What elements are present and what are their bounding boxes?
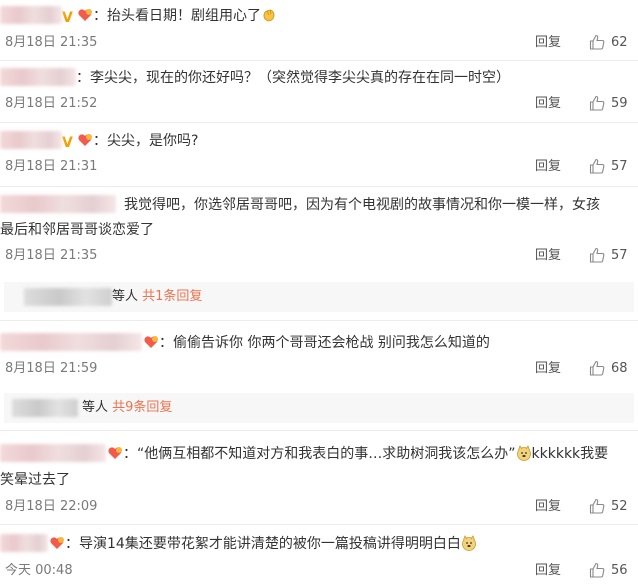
sub-reply-summary[interactable]: 等人 共9条回复 xyxy=(4,393,634,423)
like-count: 56 xyxy=(611,563,628,578)
divider xyxy=(0,430,638,431)
thumbs-up-icon xyxy=(589,360,605,376)
divider xyxy=(0,122,638,123)
comment-text: ：尖尖，是你吗? xyxy=(93,133,199,149)
blurred-username[interactable] xyxy=(0,131,62,149)
like-count: 57 xyxy=(611,159,628,174)
comment-list: V ：抬头看日期！剧组用心了 8月18日 21:35 回复 62 ：李尖尖，现在的… xyxy=(0,0,638,584)
clap-emoji xyxy=(263,9,275,22)
comment-body: V ：抬头看日期！剧组用心了 xyxy=(0,4,277,28)
blurred-avatars xyxy=(24,288,112,306)
divider xyxy=(0,320,638,321)
thumbs-up-icon xyxy=(589,498,605,514)
fan-badge-icon xyxy=(78,134,92,146)
comment-text-line2: 笑晕过去了 xyxy=(0,472,70,488)
comment-body: ：导演14集还要带花絮才能讲清楚的被你一篇投稿讲得明明白白 xyxy=(0,532,477,556)
comment-text: ：李尖尖，现在的你还好吗？（突然觉得李尖尖真的存在在同一时空） xyxy=(76,70,510,86)
reply-button[interactable]: 回复 xyxy=(535,35,561,51)
like-count: 57 xyxy=(611,248,628,263)
comment-date: 8月18日 21:35 xyxy=(5,35,98,50)
fan-badge-icon xyxy=(78,9,92,21)
sub-reply-who: 等人 xyxy=(112,289,139,304)
comment-body: V ：尖尖，是你吗? xyxy=(0,129,198,153)
comment-date: 8月18日 21:59 xyxy=(5,361,98,376)
thumbs-up-icon xyxy=(589,95,605,111)
doge-emoji xyxy=(461,535,476,551)
divider xyxy=(0,186,638,187)
comment-text: ：抬头看日期！剧组用心了 xyxy=(93,8,261,24)
divider xyxy=(0,60,638,61)
reply-button[interactable]: 回复 xyxy=(535,159,561,175)
blurred-avatars xyxy=(12,399,78,417)
comment-date: 8月18日 22:09 xyxy=(5,499,98,514)
thumbs-up-icon xyxy=(589,158,605,174)
comment-text-line1: ：“他俩互相都不知道对方和我表白的事…求助树洞我该怎么办” xyxy=(123,446,516,462)
blurred-username[interactable] xyxy=(0,534,48,552)
sub-reply-who: 等人 xyxy=(82,400,109,415)
like-count: 59 xyxy=(611,96,628,111)
comment-date: 8月18日 21:35 xyxy=(5,248,98,263)
sub-reply-text: 等人 共1条回复 xyxy=(112,289,202,305)
sub-reply-summary[interactable]: 等人 共1条回复 xyxy=(4,282,634,312)
doge-emoji xyxy=(516,445,531,461)
comment-body: 我觉得吧，你选邻居哥哥吧，因为有个电视剧的故事情况和你一模一样，女孩 xyxy=(0,193,636,217)
thumbs-up-icon xyxy=(589,34,605,50)
view-replies-link[interactable]: 共9条回复 xyxy=(112,400,172,415)
comment-text-line2: 最后和邻居哥哥谈恋爱了 xyxy=(0,222,154,238)
blurred-username[interactable] xyxy=(0,68,76,86)
comment-date: 8月18日 21:52 xyxy=(5,96,98,111)
fan-badge-icon xyxy=(108,447,122,459)
thumbs-up-icon xyxy=(589,247,605,263)
fan-badge-icon xyxy=(50,537,64,549)
reply-button[interactable]: 回复 xyxy=(535,248,561,264)
comment-date: 8月18日 21:31 xyxy=(5,159,98,174)
comment-body: ：“他俩互相都不知道对方和我表白的事…求助树洞我该怎么办” kkkkkk我要 xyxy=(0,442,608,466)
comment-text-after-emoji: kkkkkk我要 xyxy=(531,446,609,462)
reply-button[interactable]: 回复 xyxy=(535,499,561,515)
like-count: 62 xyxy=(611,35,628,50)
comment-text: ：偷偷告诉你 你两个哥哥还会枪战 别问我怎么知道的 xyxy=(159,335,490,351)
divider xyxy=(0,524,638,525)
like-count: 68 xyxy=(611,361,628,376)
blurred-username[interactable] xyxy=(0,333,142,351)
blurred-username[interactable] xyxy=(0,6,62,24)
reply-button[interactable]: 回复 xyxy=(535,361,561,377)
reply-button[interactable]: 回复 xyxy=(535,96,561,112)
verified-v-icon: V xyxy=(62,135,73,151)
comment-body: ：李尖尖，现在的你还好吗？（突然觉得李尖尖真的存在在同一时空） xyxy=(0,66,510,90)
comment-date: 今天 00:48 xyxy=(5,563,73,578)
comment-text: ：导演14集还要带花絮才能讲清楚的被你一篇投稿讲得明明白白 xyxy=(65,536,461,552)
comment-body: ：偷偷告诉你 你两个哥哥还会枪战 别问我怎么知道的 xyxy=(0,331,490,355)
comment-text-line1: 我觉得吧，你选邻居哥哥吧，因为有个电视剧的故事情况和你一模一样，女孩 xyxy=(124,197,600,213)
view-replies-link[interactable]: 共1条回复 xyxy=(142,289,202,304)
like-count: 52 xyxy=(611,499,628,514)
sub-reply-text: 等人 共9条回复 xyxy=(82,400,172,416)
blurred-username[interactable] xyxy=(0,195,116,213)
reply-button[interactable]: 回复 xyxy=(535,563,561,579)
verified-v-icon: V xyxy=(62,10,73,26)
fan-badge-icon xyxy=(144,336,158,348)
thumbs-up-icon xyxy=(589,562,605,578)
blurred-username[interactable] xyxy=(0,444,106,462)
